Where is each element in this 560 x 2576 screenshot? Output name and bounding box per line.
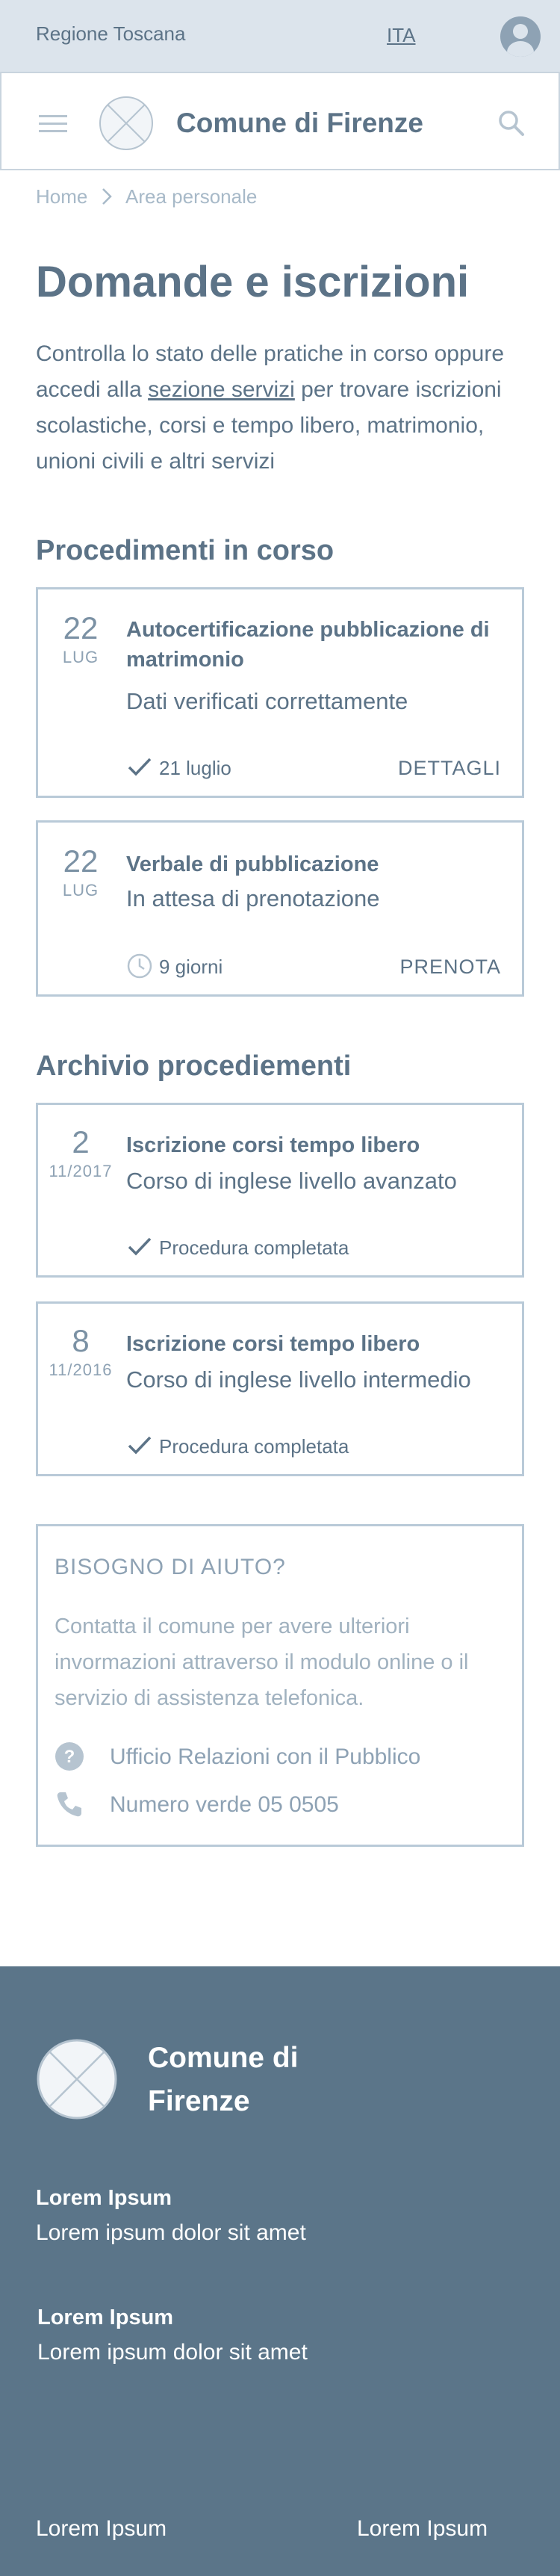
card-subtitle: Corso di inglese livello intermedio [126, 1366, 471, 1393]
card-title: Verbale di pubblicazione [126, 852, 379, 876]
footer-link-left[interactable]: Lorem Ipsum [36, 2516, 167, 2542]
clock-icon [127, 953, 152, 979]
region-label[interactable]: Regione Toscana [36, 22, 185, 46]
footer-heading: Lorem Ipsum [36, 2186, 172, 2210]
footer-heading: Lorem Ipsum [37, 2306, 174, 2329]
language-selector[interactable]: ITA [387, 24, 416, 47]
book-button[interactable]: PRENOTA [399, 956, 501, 979]
card-subtitle: Corso di inglese livello avanzato [126, 1168, 457, 1194]
footer-text[interactable]: Lorem ipsum dolor sit amet [37, 2340, 308, 2365]
page-title: Domande e iscrizioni [36, 258, 470, 306]
search-icon[interactable] [497, 109, 526, 137]
logo-placeholder-icon[interactable] [99, 96, 154, 151]
site-footer: Comune di Firenze Lorem Ipsum Lorem ipsu… [0, 1966, 560, 2576]
footer-logo-icon[interactable] [36, 2038, 118, 2120]
check-icon [128, 758, 152, 776]
check-icon [128, 1237, 152, 1256]
footer-link-right[interactable]: Lorem Ipsum [357, 2516, 488, 2542]
breadcrumb-home[interactable]: Home [36, 185, 87, 208]
question-icon: ? [55, 1742, 84, 1771]
card-day: 2 [72, 1124, 90, 1159]
footer-text[interactable]: Lorem ipsum dolor sit amet [36, 2220, 306, 2246]
top-bar: Regione Toscana ITA [0, 0, 560, 72]
card-month: 11/2017 [49, 1162, 113, 1180]
card-day: 22 [63, 610, 99, 645]
office-link[interactable]: Ufficio Relazioni con il Pubblico [110, 1744, 420, 1770]
archive-card[interactable]: 2 11/2017 Iscrizione corsi tempo libero … [36, 1103, 524, 1278]
procedure-card[interactable]: 22 LUG Autocertificazione pubblicazione … [36, 587, 524, 798]
chevron-right-icon [102, 188, 112, 205]
card-title: Iscrizione corsi tempo libero [126, 1332, 420, 1356]
archive-section-title: Archivio procediementi [36, 1050, 352, 1082]
details-button[interactable]: DETTAGLI [398, 757, 501, 780]
card-status: Procedura completata [159, 1236, 349, 1259]
intro-text: Controlla lo stato delle pratiche in cor… [36, 341, 505, 474]
phone-link[interactable]: Numero verde 05 0505 [110, 1792, 339, 1818]
card-status: 21 luglio [159, 757, 231, 779]
check-icon [128, 1436, 152, 1455]
card-month: LUG [62, 881, 99, 900]
card-title: Autocertificazione pubblicazione di matr… [126, 618, 490, 672]
help-title: BISOGNO DI AIUTO? [55, 1555, 286, 1579]
in-progress-section-title: Procedimenti in corso [36, 535, 335, 566]
services-link[interactable]: sezione servizi [148, 377, 295, 402]
svg-text:?: ? [64, 1747, 75, 1767]
card-day: 22 [63, 843, 99, 879]
card-subtitle: In attesa di prenotazione [126, 885, 380, 911]
help-text: Contatta il comune per avere ulteriori i… [55, 1614, 469, 1710]
card-month: 11/2016 [49, 1360, 113, 1379]
archive-card[interactable]: 8 11/2016 Iscrizione corsi tempo libero … [36, 1301, 524, 1476]
procedure-card[interactable]: 22 LUG Verbale di pubblicazione In attes… [36, 820, 524, 997]
card-day: 8 [72, 1323, 90, 1358]
card-subtitle: Dati verificati correttamente [126, 688, 408, 714]
breadcrumb-current: Area personale [125, 185, 258, 208]
card-title: Iscrizione corsi tempo libero [126, 1133, 420, 1157]
phone-icon [57, 1792, 81, 1817]
hamburger-icon[interactable] [39, 115, 67, 132]
help-box: BISOGNO DI AIUTO? Contatta il comune per… [36, 1524, 524, 1847]
footer-site-name[interactable]: Comune di Firenze [148, 2037, 342, 2123]
card-month: LUG [62, 648, 99, 666]
user-avatar-icon[interactable] [500, 16, 541, 57]
card-status: Procedura completata [159, 1435, 349, 1458]
site-title[interactable]: Comune di Firenze [176, 108, 423, 139]
card-status: 9 giorni [159, 956, 223, 978]
site-header: Comune di Firenze [0, 72, 560, 170]
